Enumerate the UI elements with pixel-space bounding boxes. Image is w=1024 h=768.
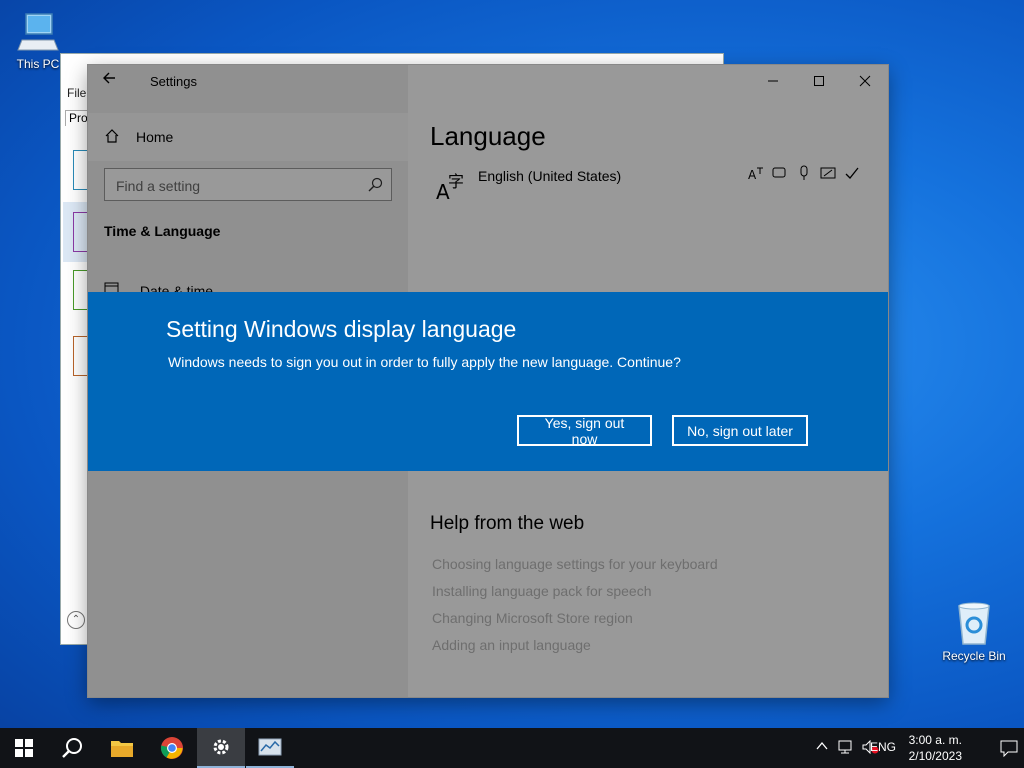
language-name[interactable]: English (United States) [478,168,621,184]
memory-graph[interactable] [73,212,89,252]
folder-icon [111,741,133,757]
desktop-icon-recycle-bin[interactable]: Recycle Bin [938,600,1010,663]
nav-section-heading: Time & Language [104,223,221,239]
taskbar: ENG 3:00 a. m. 2/10/2023 [0,728,1024,768]
language-features: A [748,165,862,182]
help-link[interactable]: Installing language pack for speech [432,583,651,599]
notifications-icon[interactable] [1000,739,1018,760]
nav-item-label: Home [136,129,174,145]
cpu-graph[interactable] [73,150,89,190]
performance-monitor-icon [258,738,282,756]
chevron-up-icon[interactable] [816,740,828,755]
help-section-title: Help from the web [430,513,585,534]
clock[interactable]: 3:00 a. m. 2/10/2023 [909,732,962,764]
system-tray: ENG 3:00 a. m. 2/10/2023 [784,728,1024,768]
home-icon [104,128,120,149]
search-icon [62,738,82,758]
handwriting-icon [820,165,838,181]
tab-processes[interactable]: Proc [65,110,89,126]
svg-text:A: A [748,168,757,181]
start-button[interactable] [0,728,48,768]
page-title: Language [430,121,546,151]
close-icon[interactable] [842,65,888,97]
svg-text:字: 字 [448,172,464,191]
sign-out-now-button[interactable]: Yes, sign out now [517,415,652,447]
chrome-button[interactable] [148,728,196,768]
text-to-speech-icon [772,165,790,181]
desktop-icon-label: This PC [16,57,60,71]
minimize-icon[interactable] [750,65,796,97]
input-language-indicator[interactable]: ENG [870,740,896,754]
recycle-bin-icon [958,602,990,645]
menu-file[interactable]: File [67,86,86,100]
app-title: Settings [150,74,197,89]
file-explorer-button[interactable] [98,728,146,768]
computer-icon [17,13,59,51]
search-icon [368,177,383,197]
dialog-title: Setting Windows display language [166,316,517,342]
fewer-details-icon[interactable]: ⌃ [67,611,85,629]
clock-time: 3:00 a. m. [908,733,962,747]
network-icon[interactable] [838,740,856,757]
help-link[interactable]: Changing Microsoft Store region [432,610,633,626]
search-input[interactable]: Find a setting [104,168,392,201]
disk-graph[interactable] [73,270,89,310]
help-link[interactable]: Adding an input language [432,637,591,653]
chrome-icon [160,737,183,759]
search-button[interactable] [48,728,96,768]
settings-taskbar-button[interactable] [197,728,245,768]
sign-out-dialog: Setting Windows display language Windows… [88,292,888,471]
language-glyph-icon: A 字 [436,171,468,208]
back-arrow-icon[interactable] [102,71,126,95]
windows-logo-icon [15,739,33,757]
display-language-icon: A [748,165,766,182]
task-manager-taskbar-button[interactable] [246,728,294,768]
clock-date: 2/10/2023 [908,749,962,763]
window-controls [750,65,888,97]
dialog-message: Windows needs to sign you out in order t… [168,354,681,370]
help-link[interactable]: Choosing language settings for your keyb… [432,556,718,572]
maximize-icon[interactable] [796,65,842,97]
speech-recognition-icon [796,165,814,181]
gear-icon [213,739,229,755]
nav-item-home[interactable]: Home [88,113,408,161]
desktop-icon-label: Recycle Bin [942,649,1006,663]
spell-check-icon [844,165,862,181]
search-placeholder: Find a setting [116,178,201,194]
sign-out-later-button[interactable]: No, sign out later [672,415,808,446]
network-graph[interactable] [73,336,89,376]
